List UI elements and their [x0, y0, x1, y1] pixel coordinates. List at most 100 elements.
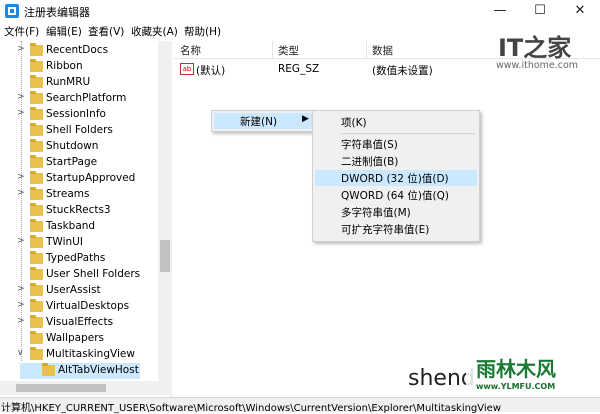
tree-vertical-scrollbar[interactable] — [158, 41, 172, 381]
tree-item-label: StartPage — [46, 156, 98, 168]
tree-item-label: AltTabViewHost — [58, 364, 139, 376]
submenu-item-key[interactable]: 项(K) — [315, 114, 477, 130]
tree-item-label: Shell Folders — [46, 124, 113, 136]
submenu-item-string[interactable]: 字符串值(S) — [315, 136, 477, 152]
tree-item[interactable]: StuckRects3 — [0, 203, 158, 219]
tree-item[interactable]: > SessionInfo — [0, 107, 158, 123]
expand-chevron-icon[interactable]: > — [17, 300, 25, 310]
regedit-icon — [5, 4, 19, 18]
tree-item[interactable]: > RecentDocs — [0, 43, 158, 59]
tree-item-label: SearchPlatform — [46, 92, 127, 104]
tree-hscroll-thumb[interactable] — [16, 384, 106, 392]
folder-icon — [30, 251, 43, 264]
folder-icon — [30, 59, 43, 72]
folder-icon — [30, 315, 43, 328]
expand-chevron-icon[interactable]: > — [17, 188, 25, 198]
folder-icon — [30, 187, 43, 200]
close-button[interactable]: ✕ — [560, 0, 600, 22]
submenu-item-label: 多字符串值(M) — [341, 207, 411, 219]
tree-scroll-thumb[interactable] — [160, 240, 170, 272]
expand-chevron-icon[interactable]: > — [17, 316, 25, 326]
folder-icon — [30, 155, 43, 168]
tree-item-label: TypedPaths — [46, 252, 106, 264]
value-data: (数值未设置) — [372, 65, 433, 77]
tree-item-label: Taskband — [46, 220, 96, 232]
maximize-button[interactable]: ☐ — [520, 0, 560, 22]
expand-chevron-icon[interactable]: > — [17, 92, 25, 102]
new-submenu: 项(K) 字符串值(S) 二进制值(B) DWORD (32 位)值(D) QW… — [312, 110, 480, 242]
folder-icon — [30, 283, 43, 296]
tree-item-label: Streams — [46, 188, 90, 200]
tree-item[interactable]: AltTabViewHost — [20, 363, 140, 379]
tree-item[interactable]: > VisualEffects — [0, 315, 158, 331]
submenu-item-dword[interactable]: DWORD (32 位)值(D) — [315, 170, 477, 186]
tree-item[interactable]: User Shell Folders — [0, 267, 158, 283]
tree-item-label: VirtualDesktops — [46, 300, 130, 312]
collapse-chevron-icon[interactable]: ∨ — [17, 348, 24, 358]
submenu-item-label: DWORD (32 位)值(D) — [341, 173, 449, 185]
column-divider[interactable] — [366, 41, 367, 59]
submenu-arrow-icon: ▶ — [302, 114, 309, 124]
folder-icon — [42, 363, 55, 376]
tree-item-label: User Shell Folders — [46, 268, 141, 280]
tree-item[interactable]: > VirtualDesktops — [0, 299, 158, 315]
tree-item[interactable]: StartPage — [0, 155, 158, 171]
tree-item[interactable]: Wallpapers — [0, 331, 158, 347]
tree-item[interactable]: Taskband — [0, 219, 158, 235]
column-divider[interactable] — [272, 41, 273, 59]
folder-icon — [30, 331, 43, 344]
ithome-logo: IT之家 — [498, 34, 572, 62]
folder-icon — [30, 43, 43, 56]
tree-item[interactable]: > SearchPlatform — [0, 91, 158, 107]
menu-item-new-label: 新建(N) — [240, 116, 278, 128]
folder-icon — [30, 171, 43, 184]
folder-icon — [30, 75, 43, 88]
menu-favorites[interactable]: 收藏夹(A) — [131, 24, 178, 39]
expand-chevron-icon[interactable]: > — [17, 108, 25, 118]
menu-help[interactable]: 帮助(H) — [184, 24, 221, 39]
submenu-item-label: QWORD (64 位)值(Q) — [341, 190, 449, 202]
tree-item[interactable]: TypedPaths — [0, 251, 158, 267]
tree-item[interactable]: > UserAssist — [0, 283, 158, 299]
tree-item[interactable]: Shell Folders — [0, 123, 158, 139]
tree-item[interactable]: ∨ MultitaskingView — [0, 347, 158, 363]
ithome-url: www.ithome.com — [496, 60, 579, 71]
column-type[interactable]: 类型 — [278, 43, 299, 58]
value-type: REG_SZ — [278, 63, 320, 75]
expand-chevron-icon[interactable]: > — [17, 236, 25, 246]
expand-chevron-icon[interactable]: > — [17, 284, 25, 294]
tree-item-label: StartupApproved — [46, 172, 136, 184]
submenu-item-expandable-string[interactable]: 可扩充字符串值(E) — [315, 221, 477, 237]
value-name: (默认) — [196, 65, 226, 77]
tree-item-label: TWinUI — [46, 236, 83, 248]
expand-chevron-icon[interactable]: > — [17, 44, 25, 54]
title-bar: 注册表编辑器 — ☐ ✕ — [0, 0, 600, 22]
tree-item[interactable]: RunMRU — [0, 75, 158, 91]
submenu-item-qword[interactable]: QWORD (64 位)值(Q) — [315, 187, 477, 203]
tree-item[interactable]: Ribbon — [0, 59, 158, 75]
column-data[interactable]: 数据 — [372, 43, 393, 58]
tree-item[interactable]: > TWinUI — [0, 235, 158, 251]
window-title: 注册表编辑器 — [24, 6, 90, 19]
submenu-item-binary[interactable]: 二进制值(B) — [315, 153, 477, 169]
registry-tree[interactable]: > RecentDocs Ribbon RunMRU > SearchPlatform > S… — [0, 41, 172, 397]
status-bar: 计算机\HKEY_CURRENT_USER\Software\Microsoft… — [0, 397, 600, 414]
tree-item-label: UserAssist — [46, 284, 101, 296]
string-value-icon: ab — [180, 63, 194, 75]
menu-file[interactable]: 文件(F) — [4, 24, 39, 39]
folder-icon — [30, 267, 43, 280]
tree-item[interactable]: Shutdown — [0, 139, 158, 155]
menu-edit[interactable]: 编辑(E) — [46, 24, 82, 39]
shend-watermark: shend — [408, 366, 475, 391]
submenu-item-multi-string[interactable]: 多字符串值(M) — [315, 204, 477, 220]
folder-icon — [30, 91, 43, 104]
menu-item-new[interactable]: 新建(N) ▶ — [214, 113, 312, 129]
folder-icon — [30, 219, 43, 232]
tree-item[interactable]: > StartupApproved — [0, 171, 158, 187]
minimize-button[interactable]: — — [480, 0, 520, 22]
expand-chevron-icon[interactable]: > — [17, 172, 25, 182]
tree-item[interactable]: > Streams — [0, 187, 158, 203]
column-name[interactable]: 名称 — [180, 43, 201, 58]
menu-view[interactable]: 查看(V) — [88, 24, 124, 39]
tree-item-label: SessionInfo — [46, 108, 106, 120]
